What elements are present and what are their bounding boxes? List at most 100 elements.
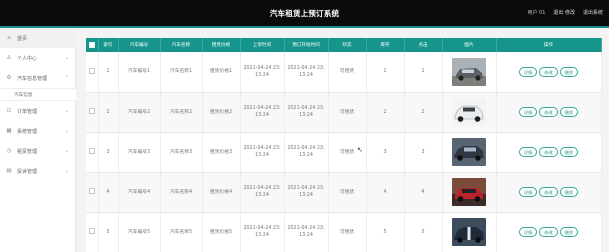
details-button[interactable]: 详情 (518, 227, 538, 237)
column-header: 库存 (366, 38, 405, 52)
chevron-down-icon: ⌄ (64, 168, 70, 174)
edit-button[interactable]: 修改 (539, 147, 558, 157)
chevron-down-icon: ⌄ (64, 128, 70, 134)
cell-stock: 4 (366, 172, 405, 213)
table-row: 2 汽车编号2 汽车名称2 租赁价格2 2021-04-24 23: 13:24… (86, 92, 602, 133)
cell-name: 汽车名称5 (160, 212, 203, 252)
cell-index: 1 (98, 52, 119, 93)
sidebar-item-label: 首页 (17, 35, 28, 42)
column-header: 汽车名称 (160, 38, 203, 52)
cell-listed-time: 2021-04-24 23: 13:24 (240, 132, 285, 173)
sidebar-item-car-management[interactable]: ⚙ 汽车信息管理 ⌃ (0, 68, 76, 88)
cell-clicks: 4 (404, 172, 443, 213)
car-thumbnail[interactable] (452, 178, 486, 206)
list-icon: ☷ (6, 108, 12, 114)
sidebar: ⌂ 首页 ♙ 个人中心 ⌄ ⚙ 汽车信息管理 ⌃ 汽车信息 ☷ 订单管理 ⌄ ▦… (0, 28, 76, 252)
edit-button[interactable]: 修改 (539, 66, 558, 77)
cell-listed-time: 2021-04-24 23: 13:24 (240, 172, 285, 213)
cell-code: 汽车编号5 (118, 212, 161, 252)
top-bar-links: 用户 01 退出 修改 退出系统 (527, 9, 603, 16)
document-icon: ▤ (6, 168, 12, 174)
cell-stock: 5 (366, 212, 405, 252)
select-all-cell (86, 38, 99, 52)
sidebar-item-orders[interactable]: ☷ 订单管理 ⌄ (0, 101, 76, 121)
cell-status: 可租赁 (328, 172, 367, 213)
details-button[interactable]: 详情 (518, 187, 538, 197)
cell-index: 5 (98, 212, 119, 252)
delete-button[interactable]: 删除 (559, 147, 579, 157)
chevron-up-icon: ⌃ (64, 75, 70, 81)
sidebar-item-complaints[interactable]: ▤ 投诉管理 ⌄ (0, 161, 76, 181)
edit-button[interactable]: 修改 (539, 187, 558, 197)
chevron-down-icon: ⌄ (64, 55, 70, 61)
sidebar-item-home[interactable]: ⌂ 首页 (0, 28, 76, 48)
details-button[interactable]: 详情 (518, 147, 538, 157)
edit-button[interactable]: 修改 (539, 227, 558, 237)
cell-stock: 3 (366, 132, 405, 173)
chevron-down-icon: ⌄ (64, 148, 70, 154)
cell-index: 2 (98, 92, 119, 133)
current-user-link[interactable]: 用户 01 (527, 9, 545, 16)
mouse-cursor-icon: ↖ (357, 146, 363, 154)
row-checkbox[interactable] (88, 228, 95, 235)
sidebar-item-label: 投诉管理 (17, 168, 38, 175)
row-checkbox[interactable] (88, 68, 95, 74)
row-checkbox[interactable] (88, 188, 95, 195)
cell-booking-time: 2021-04-24 23: 13:24 (284, 132, 329, 173)
cell-booking-time: 2021-04-24 23: 13:24 (284, 52, 329, 93)
user-icon: ♙ (6, 55, 12, 61)
sidebar-item-profile[interactable]: ♙ 个人中心 ⌄ (0, 48, 76, 68)
logout-link[interactable]: 退出系统 (583, 9, 603, 16)
delete-button[interactable]: 删除 (559, 66, 579, 77)
column-header: 索引 (98, 38, 119, 52)
sidebar-item-label: 租赁管理 (17, 148, 38, 155)
delete-button[interactable]: 删除 (559, 187, 579, 197)
sidebar-item-system[interactable]: ▦ 系统管理 ⌄ (0, 121, 76, 141)
details-button[interactable]: 详情 (518, 107, 538, 117)
car-thumbnail[interactable] (452, 138, 486, 166)
cell-booking-time: 2021-04-24 23: 13:24 (284, 92, 329, 133)
car-table: 索引 汽车编号 汽车名称 租赁价格 上架时间 预订开始时间 状态 库存 点击 图… (86, 38, 602, 252)
car-thumbnail[interactable] (452, 98, 486, 126)
table-row: 3 汽车编号3 汽车名称3 租赁价格3 2021-04-24 23: 13:24… (86, 132, 602, 173)
cell-index: 4 (98, 172, 119, 213)
car-thumbnail[interactable] (452, 218, 486, 246)
cell-price: 租赁价格5 (202, 212, 241, 252)
car-thumbnail[interactable] (452, 57, 486, 86)
cell-name: 汽车名称3 (160, 132, 203, 173)
delete-button[interactable]: 删除 (559, 107, 579, 117)
cell-clicks: 3 (404, 132, 443, 173)
cell-clicks: 2 (404, 92, 443, 133)
sidebar-item-label: 汽车信息管理 (17, 75, 48, 82)
cell-listed-time: 2021-04-24 23: 13:24 (240, 92, 285, 133)
row-checkbox[interactable] (88, 148, 95, 155)
details-button[interactable]: 详情 (518, 66, 538, 77)
cell-status: 可租赁 (328, 92, 367, 133)
cell-stock: 2 (366, 92, 405, 133)
table-header-row: 索引 汽车编号 汽车名称 租赁价格 上架时间 预订开始时间 状态 库存 点击 图… (86, 38, 602, 52)
delete-button[interactable]: 删除 (559, 227, 579, 237)
cell-name: 汽车名称2 (160, 92, 203, 133)
cell-listed-time: 2021-04-24 23: 13:24 (240, 52, 285, 93)
edit-button[interactable]: 修改 (539, 107, 558, 117)
cell-price: 租赁价格3 (202, 132, 241, 173)
cell-price: 租赁价格1 (202, 52, 241, 93)
column-header: 点击 (404, 38, 443, 52)
cell-code: 汽车编号2 (118, 92, 161, 133)
select-all-checkbox[interactable] (88, 41, 95, 48)
column-header: 操作 (496, 38, 602, 52)
clock-icon: ◷ (6, 148, 12, 154)
edit-account-link[interactable]: 退出 修改 (553, 9, 575, 16)
column-header: 租赁价格 (202, 38, 241, 52)
table-row: 1 汽车编号1 汽车名称1 租赁价格1 2021-04-24 23: 13:24… (86, 52, 602, 93)
sidebar-item-rentals[interactable]: ◷ 租赁管理 ⌄ (0, 141, 76, 161)
home-icon: ⌂ (7, 35, 11, 41)
cell-status: 可租赁 (328, 52, 367, 93)
column-header: 状态 (328, 38, 367, 52)
cell-listed-time: 2021-04-24 23: 13:24 (240, 212, 285, 252)
cell-price: 租赁价格2 (202, 92, 241, 133)
cell-name: 汽车名称1 (160, 52, 203, 93)
sidebar-subitem-car-info[interactable]: 汽车信息 (0, 88, 76, 101)
row-checkbox[interactable] (88, 108, 95, 115)
cell-index: 3 (98, 132, 119, 173)
